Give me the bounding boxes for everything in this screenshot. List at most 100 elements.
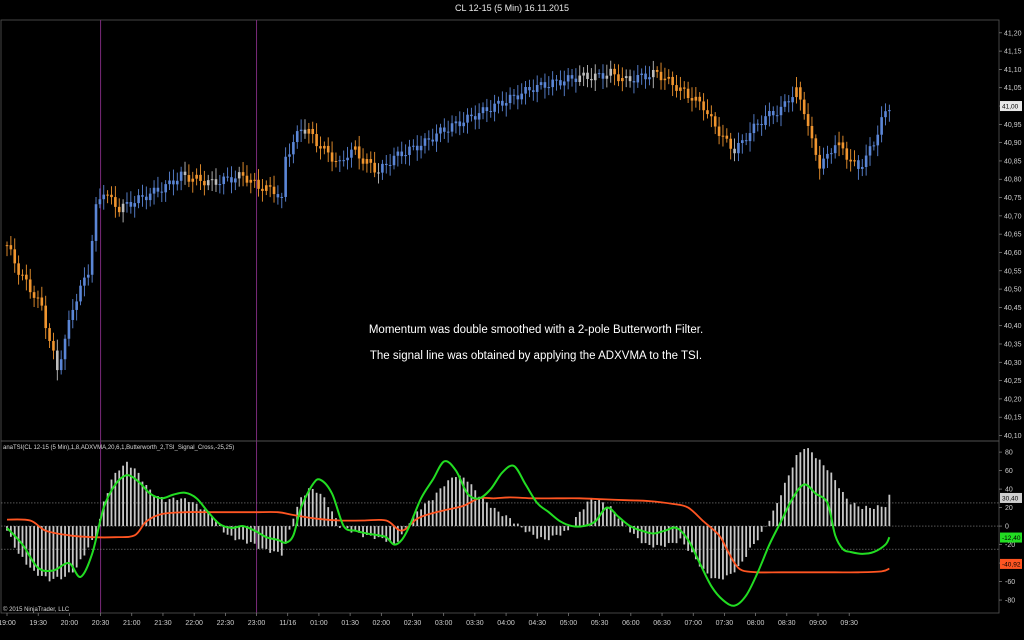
histogram-bar <box>636 526 639 539</box>
candle-body <box>760 124 763 126</box>
price-tick-label: 40,55 <box>1004 268 1022 275</box>
candle-body <box>783 101 787 107</box>
histogram-bar <box>605 506 608 527</box>
candle-body <box>582 72 585 76</box>
histogram-bar <box>574 517 577 527</box>
candle-body <box>117 206 121 213</box>
candle-body <box>257 179 260 189</box>
histogram-bar <box>640 526 643 544</box>
histogram-bar <box>822 465 825 527</box>
candle-body <box>613 68 616 75</box>
candle-body <box>106 194 109 196</box>
histogram-bar <box>826 470 829 527</box>
histogram-bar <box>706 526 709 574</box>
histogram-bar <box>373 526 376 540</box>
candle-body <box>234 178 237 183</box>
histogram-bar <box>652 526 655 548</box>
candle-body <box>725 135 729 139</box>
candle-body <box>605 75 609 79</box>
candle-body <box>408 146 411 156</box>
histogram-bar <box>559 526 562 536</box>
candle-body <box>48 328 51 341</box>
histogram-bar <box>195 503 198 527</box>
histogram-bar <box>346 526 349 529</box>
candle-body <box>446 131 450 133</box>
histogram-bar <box>64 526 66 577</box>
candle-body <box>497 100 500 104</box>
candle-body <box>593 73 597 81</box>
histogram-bar <box>644 526 647 544</box>
time-tick-label: 02:00 <box>373 620 391 627</box>
candle-body <box>295 131 299 143</box>
candle-body <box>737 142 740 154</box>
candle-body <box>690 98 694 101</box>
candle-body <box>787 101 791 103</box>
candle-body <box>40 297 44 306</box>
histogram-bar <box>404 526 407 528</box>
candle-body <box>826 153 829 159</box>
candle-body <box>489 111 493 113</box>
histogram-bar <box>745 526 748 557</box>
candle-body <box>419 145 423 151</box>
price-tick-label: 41,10 <box>1004 67 1022 74</box>
last-price-badge: 41,00 <box>1000 101 1022 112</box>
price-tick-label: 40,65 <box>1004 232 1022 239</box>
candle-body <box>535 85 539 92</box>
candle-body <box>241 172 245 176</box>
histogram-bar <box>551 526 554 536</box>
time-tick-label: 22:00 <box>185 620 203 627</box>
candle-body <box>264 185 268 191</box>
candle-body <box>566 75 570 82</box>
candle-body <box>288 154 291 157</box>
candle-body <box>315 134 318 147</box>
indicator-label: anaTSI(CL 12-15 (5 Min),1,8,ADXVMA,20,6,… <box>3 445 234 451</box>
histogram-bar <box>21 526 24 557</box>
histogram-bar <box>505 515 508 527</box>
histogram-bar <box>536 526 539 539</box>
histogram-bar <box>238 526 241 540</box>
histogram-bar <box>331 511 333 527</box>
candle-body <box>443 127 446 132</box>
candle-body <box>551 79 554 88</box>
copyright: © 2015 NinjaTrader, LLC <box>3 606 70 613</box>
candle-body <box>853 160 856 162</box>
candle-body <box>342 160 345 162</box>
histogram-bar <box>516 523 519 527</box>
candle-body <box>110 194 113 198</box>
time-tick-label: 04:30 <box>529 620 547 627</box>
histogram-bar <box>842 491 844 527</box>
candle-body <box>833 145 837 154</box>
histogram-bar <box>79 526 82 560</box>
candle-body <box>710 114 713 117</box>
candle-body <box>9 245 13 250</box>
candle-body <box>671 76 674 86</box>
candle-body <box>802 99 806 115</box>
candle-body <box>841 142 845 149</box>
time-tick-label: 09:00 <box>809 620 827 627</box>
candle-body <box>323 145 326 149</box>
histogram-bar <box>122 465 124 527</box>
time-tick-label: 07:30 <box>716 620 734 627</box>
time-tick-label: 11/16 <box>279 620 296 627</box>
candle-body <box>651 69 655 78</box>
candle-body <box>326 145 330 153</box>
indicator-tick-label: 40 <box>1005 487 1013 494</box>
histogram-bar <box>501 516 504 527</box>
candle-body <box>56 350 59 371</box>
histogram-bar <box>319 493 322 527</box>
histogram-bar <box>660 526 662 546</box>
candle-body <box>864 155 868 167</box>
candle-body <box>860 166 864 169</box>
price-tick-label: 40,40 <box>1004 323 1022 330</box>
time-tick-label: 02:30 <box>404 620 422 627</box>
candle-body <box>365 159 369 164</box>
candle-body <box>814 138 818 155</box>
candle-body <box>644 73 647 80</box>
candle-body <box>102 194 106 200</box>
candle-body <box>21 274 24 276</box>
price-tick-label: 40,30 <box>1004 360 1022 367</box>
time-tick-label: 01:00 <box>310 620 328 627</box>
time-tick-label: 08:30 <box>778 620 796 627</box>
candle-body <box>152 187 156 194</box>
candle-body <box>702 101 705 111</box>
